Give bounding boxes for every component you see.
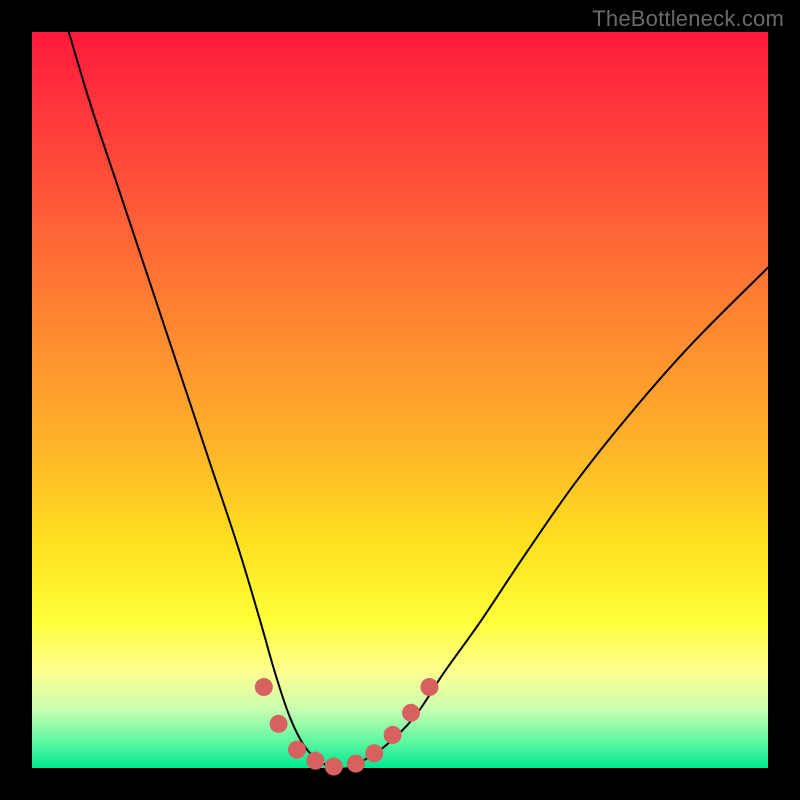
plot-area	[32, 32, 768, 768]
valley-marker	[306, 752, 324, 770]
bottleneck-curve	[69, 32, 768, 769]
valley-marker	[255, 678, 273, 696]
valley-marker	[420, 678, 438, 696]
valley-marker	[365, 744, 383, 762]
chart-frame: TheBottleneck.com	[0, 0, 800, 800]
watermark-text: TheBottleneck.com	[592, 6, 784, 32]
curve-layer	[32, 32, 768, 768]
valley-marker	[288, 741, 306, 759]
valley-marker	[402, 704, 420, 722]
valley-marker-group	[255, 678, 439, 775]
valley-marker	[347, 755, 365, 773]
valley-marker	[270, 715, 288, 733]
valley-marker	[384, 726, 402, 744]
valley-marker	[325, 758, 343, 776]
